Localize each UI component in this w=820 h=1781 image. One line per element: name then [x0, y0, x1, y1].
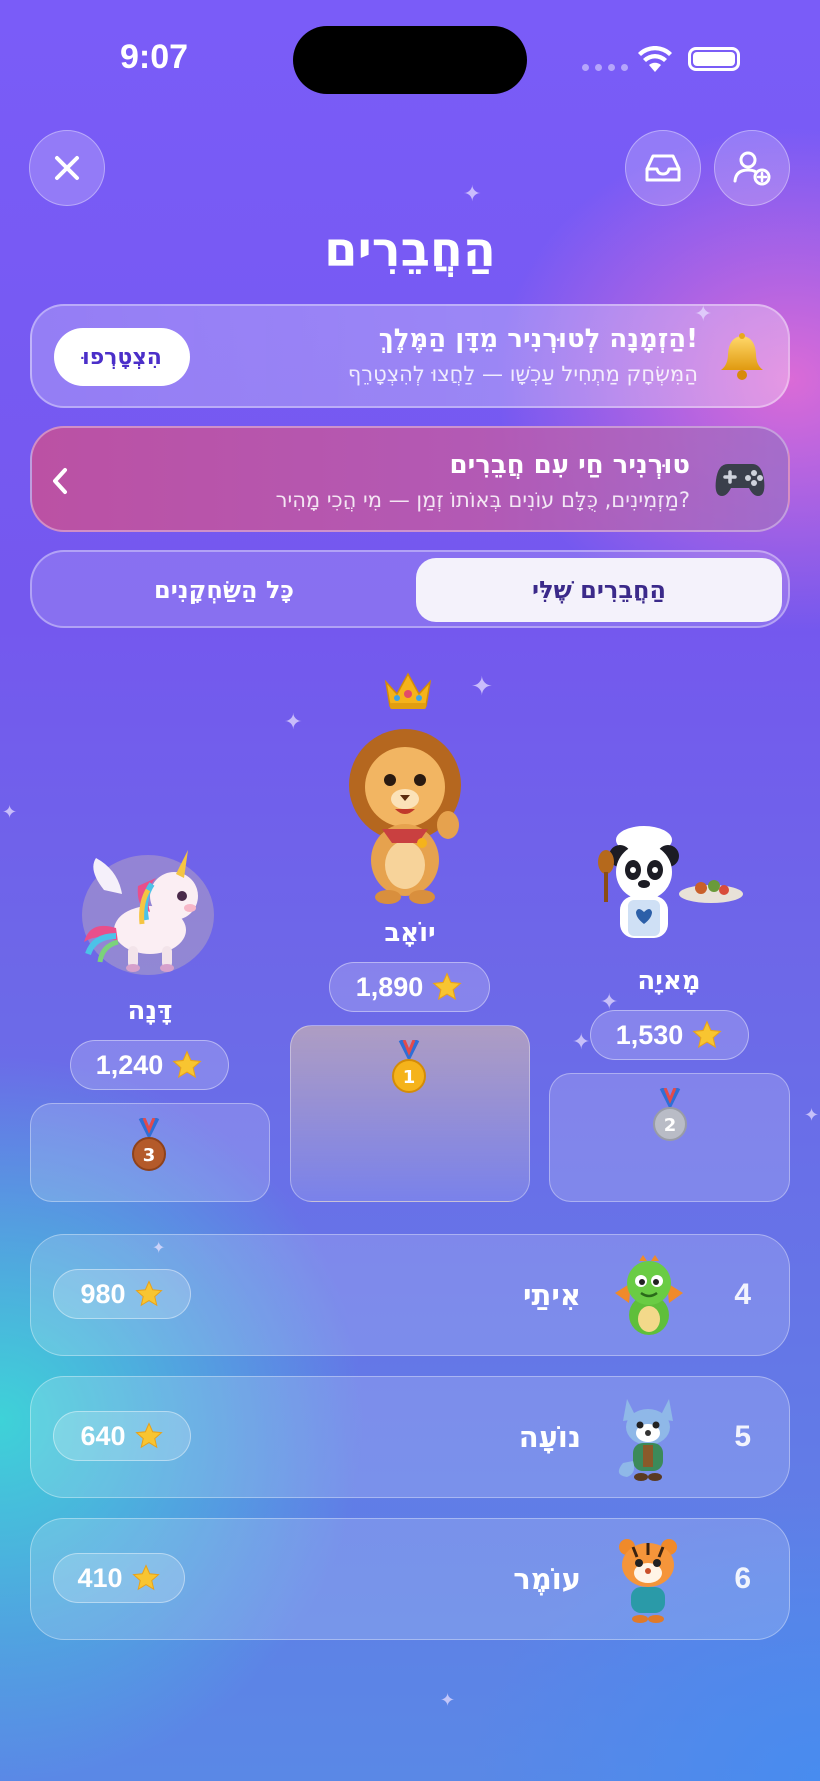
invite-title: הַזְמָנָה לְטוּרְנִיר מֵדָּן הַמֶּלֶךְ!: [378, 324, 698, 354]
third-place-score-value: 1,240: [95, 1049, 164, 1080]
star-icon: [134, 1280, 163, 1307]
close-icon: [55, 156, 79, 180]
gold-medal-icon: 1: [392, 1040, 426, 1093]
star-icon: [134, 1422, 163, 1449]
star-icon: [172, 1050, 202, 1079]
podium-second: 2: [549, 1073, 790, 1202]
second-place-score: 1,530: [590, 1010, 749, 1060]
row-rank: 4: [734, 1277, 751, 1311]
battery-icon: [688, 47, 740, 71]
row-score-value: 410: [77, 1562, 123, 1593]
avatar-third: [78, 850, 218, 984]
join-button[interactable]: הִצְטָרְפוּ: [54, 328, 190, 386]
row-name: עוֹמֶר: [513, 1561, 581, 1596]
svg-text:1: 1: [403, 1067, 416, 1088]
unicorn-icon: [82, 850, 214, 975]
lion-icon: [349, 729, 461, 904]
second-place-name: מָאיָה: [637, 966, 701, 996]
row-rank: 6: [734, 1561, 751, 1595]
bronze-medal-icon: 3: [132, 1118, 166, 1171]
chevron-left-icon: [53, 468, 67, 494]
star-icon: [131, 1564, 160, 1591]
third-place-score: 1,240: [70, 1040, 229, 1090]
sparkle-icon: ✦: [284, 710, 303, 735]
add-user-icon: [733, 151, 771, 186]
row-score: 410: [53, 1553, 185, 1603]
sparkle-icon: ✦: [2, 802, 18, 823]
signal-icon: [582, 64, 628, 71]
second-place-score-value: 1,530: [615, 1019, 684, 1050]
tab-my-friends[interactable]: הַחֲבֵרִים שֶׁלִּי: [416, 558, 782, 622]
leaderboard-row[interactable]: 5 נוֹעָה 640: [30, 1376, 790, 1498]
leaderboard-row[interactable]: 6 עוֹמֶר 410: [30, 1518, 790, 1640]
first-place-name: יוֹאָב: [384, 918, 436, 948]
svg-text:3: 3: [143, 1145, 156, 1166]
close-button[interactable]: [29, 130, 105, 206]
friends-tabs: הַחֲבֵרִים שֶׁלִּי כָּל הַשַּׂחְקָנִים: [30, 550, 790, 628]
live-tournament-banner[interactable]: טוּרְנִיר חַי עִם חֲבֵרִים מַזְמִינִים, …: [30, 426, 790, 532]
dragon-icon: [615, 1255, 683, 1335]
avatar-first: [340, 725, 470, 909]
fox-icon: [618, 1399, 673, 1481]
live-title: טוּרְנִיר חַי עִם חֲבֵרִים: [449, 450, 690, 480]
row-score-value: 980: [80, 1278, 126, 1309]
status-time: 9:07: [120, 38, 189, 76]
live-subtitle: מַזְמִינִים, כֻּלָּם עוֹנִים בְּאוֹתוֹ ז…: [275, 488, 690, 512]
first-place-score-value: 1,890: [355, 971, 424, 1002]
wifi-icon: [638, 46, 672, 72]
tab-all-players[interactable]: כָּל הַשַּׂחְקָנִים: [38, 558, 410, 622]
gamepad-icon: [714, 456, 766, 506]
row-score-value: 640: [80, 1420, 126, 1451]
sparkle-icon: ✦: [694, 302, 713, 327]
row-rank: 5: [734, 1419, 751, 1453]
crown-icon: [384, 672, 432, 709]
row-score: 980: [53, 1269, 191, 1319]
star-icon: [692, 1020, 722, 1049]
dynamic-island: [293, 26, 527, 94]
silver-medal-icon: 2: [653, 1088, 687, 1141]
first-place-score: 1,890: [329, 962, 490, 1012]
leaderboard-row[interactable]: 4 אִיתַי 980: [30, 1234, 790, 1356]
inbox-button[interactable]: [625, 130, 701, 206]
sparkle-icon: ✦: [471, 672, 493, 702]
sparkle-icon: ✦: [804, 1105, 820, 1126]
invite-subtitle: הַמִּשְׂחָק מַתְחִיל עַכְשָׁו — לַחֲצוּ …: [347, 362, 698, 386]
row-score: 640: [53, 1411, 191, 1461]
podium-third: 3: [30, 1103, 270, 1202]
third-place-name: דָּנָה: [127, 996, 173, 1026]
sparkle-icon: ✦: [463, 182, 482, 207]
bell-icon: [718, 332, 766, 386]
add-friend-button[interactable]: [714, 130, 790, 206]
row-name: נוֹעָה: [518, 1419, 581, 1454]
tournament-invite-banner[interactable]: הַזְמָנָה לְטוּרְנִיר מֵדָּן הַמֶּלֶךְ! …: [30, 304, 790, 408]
sparkle-icon: ✦: [440, 1690, 456, 1711]
svg-text:2: 2: [664, 1115, 677, 1136]
tiger-icon: [619, 1539, 677, 1623]
star-icon: [432, 972, 462, 1001]
inbox-icon: [645, 154, 681, 182]
panda-icon: [598, 826, 743, 938]
sparkle-icon: ✦: [572, 1030, 591, 1055]
avatar-second: [596, 826, 746, 950]
page-title: הַחֲבֵרִים: [324, 222, 496, 278]
row-name: אִיתַי: [523, 1277, 581, 1312]
podium-first: 1: [290, 1025, 530, 1202]
